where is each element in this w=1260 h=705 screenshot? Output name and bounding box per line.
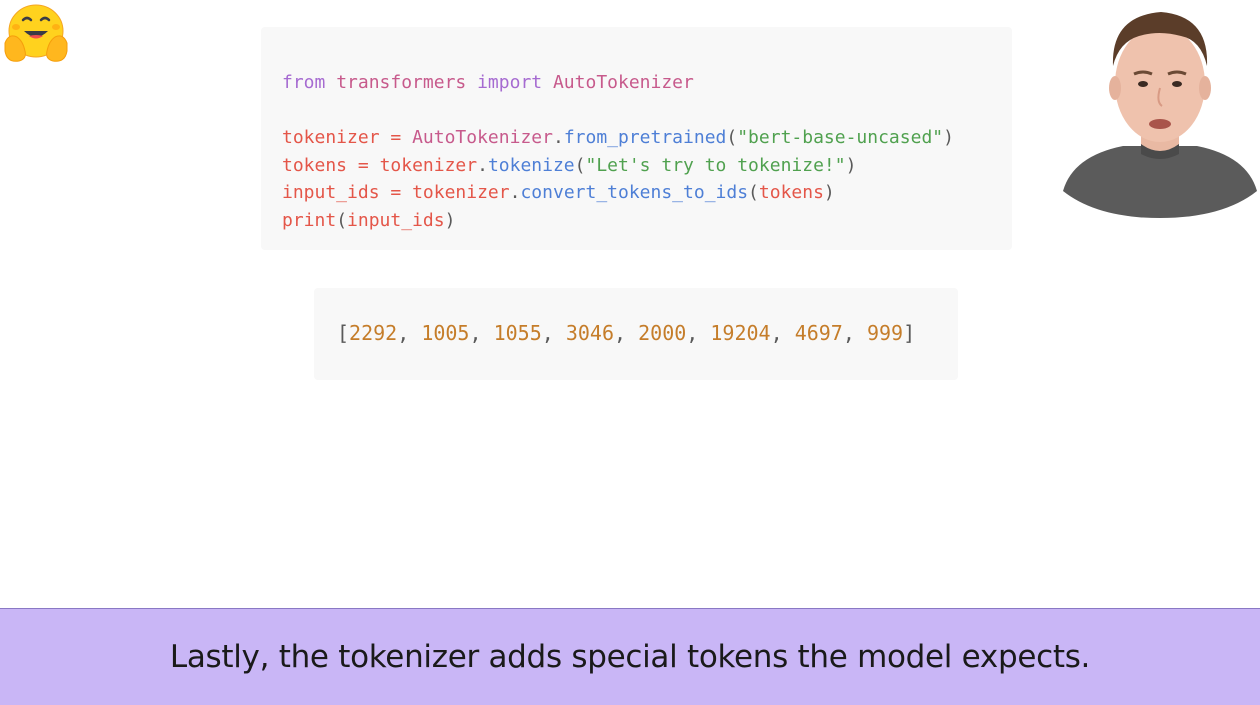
separator: , [842,321,867,345]
code-block: from transformers import AutoTokenizer t… [261,27,1012,250]
string-model-name: "bert-base-uncased" [737,127,944,149]
separator: , [686,321,711,345]
function-from-pretrained: from_pretrained [563,127,727,149]
token-id: 1055 [493,321,542,345]
output-block: [2292, 1005, 1055, 3046, 2000, 19204, 46… [314,288,958,380]
token-id: 4697 [794,321,843,345]
assign-operator: = [357,154,369,176]
code-line-tokens: tokens = tokenizer.tokenize("Let's try t… [282,154,857,176]
object-tokenizer: tokenizer [379,154,478,176]
module-name: transformers [336,72,467,93]
code-line-import: from transformers import AutoTokenizer [282,69,1012,97]
token-id: 1005 [421,321,470,345]
assign-operator: = [390,182,402,204]
token-id: 19204 [710,321,771,345]
assign-operator: = [390,127,402,149]
keyword-from: from [282,72,326,93]
presenter-video-icon [1063,6,1257,218]
code-line-tokenizer: tokenizer = AutoTokenizer.from_pretraine… [282,127,954,149]
function-print: print [282,209,337,231]
code-line-input-ids: input_ids = tokenizer.convert_tokens_to_… [282,182,835,204]
function-convert-tokens-to-ids: convert_tokens_to_ids [520,182,749,204]
separator: , [397,321,422,345]
class-name: AutoTokenizer [552,72,694,93]
token-id: 999 [866,321,904,345]
token-id: 3046 [565,321,615,345]
separator: , [770,321,795,345]
separator: , [614,321,639,345]
caption-text: Lastly, the tokenizer adds special token… [169,639,1091,675]
hugging-face-logo-icon [3,3,69,63]
class-autotokenizer: AutoTokenizer [412,127,553,149]
arg-tokens: tokens [758,182,824,204]
variable-input-ids: input_ids [282,182,380,204]
token-id: 2000 [638,321,687,345]
keyword-import: import [477,72,543,93]
open-bracket: [ [337,321,350,345]
variable-tokenizer: tokenizer [282,127,380,149]
token-id: 2292 [349,321,398,345]
variable-tokens: tokens [282,154,348,176]
arg-input-ids: input_ids [347,209,445,231]
object-tokenizer: tokenizer [412,182,510,204]
close-bracket: ] [903,321,916,345]
caption-bar: Lastly, the tokenizer adds special token… [0,608,1260,705]
output-ids-list: [2292, 1005, 1055, 3046, 2000, 19204, 46… [337,319,958,347]
code-line-print: print(input_ids) [282,209,456,231]
function-tokenize: tokenize [487,154,575,176]
separator: , [541,321,566,345]
separator: , [469,321,494,345]
string-input-text: "Let's try to tokenize!" [585,154,846,176]
